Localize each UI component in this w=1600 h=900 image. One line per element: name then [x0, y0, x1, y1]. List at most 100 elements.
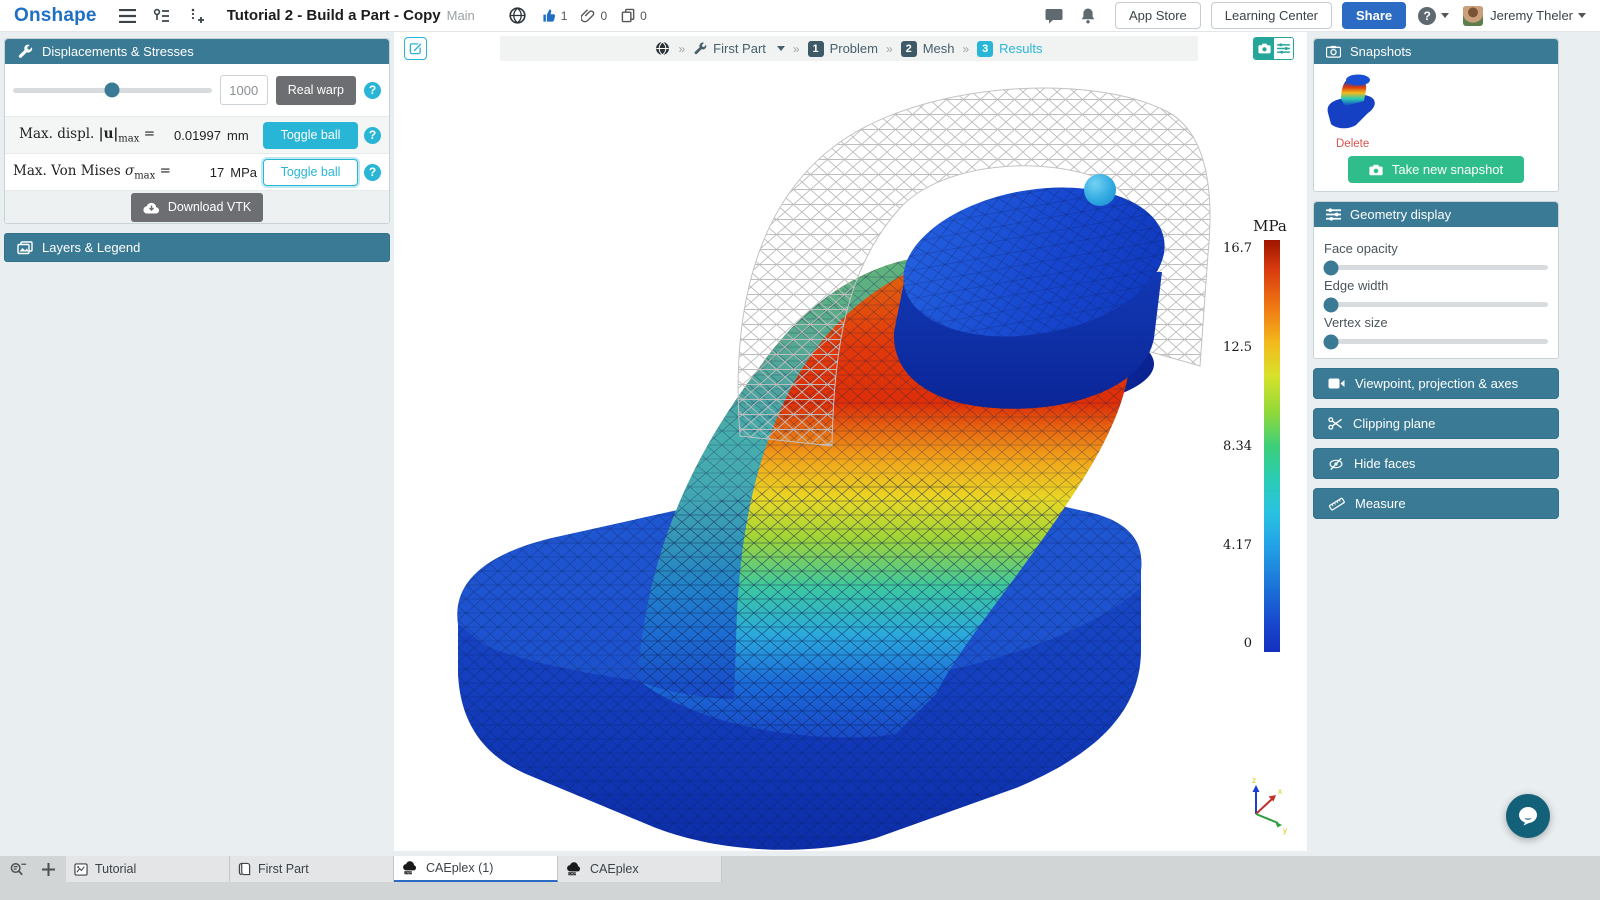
caeplex-cloud-icon: CAEPLEX	[566, 862, 583, 876]
insert-icon[interactable]	[185, 5, 207, 27]
colorbar-tick: 4.17	[1200, 538, 1252, 553]
max-von-mises-value: 17	[177, 165, 224, 180]
chat-launcher-button[interactable]	[1506, 794, 1550, 838]
panel-title: Geometry display	[1350, 207, 1451, 222]
copies-count: 0	[640, 9, 647, 23]
notifications-bell-icon[interactable]	[1077, 5, 1099, 27]
screenshot-button[interactable]	[1254, 38, 1274, 59]
breadcrumb: First Part 1 Problem 2 Mesh 3 Results	[500, 36, 1198, 61]
options-list-icon	[1277, 43, 1290, 54]
layers-legend-header[interactable]: Layers & Legend	[4, 233, 390, 262]
breadcrumb-step-results[interactable]: 3 Results	[977, 41, 1042, 57]
stress-colorbar	[1264, 240, 1280, 652]
tab-caeplex[interactable]: CAEPLEX CAEplex	[558, 856, 722, 882]
layers-legend-panel: Layers & Legend	[4, 233, 390, 262]
chevron-down-icon	[777, 46, 785, 51]
chevron-down-icon	[1578, 13, 1586, 18]
toggle-ball-von-mises-button[interactable]: Toggle ball	[263, 159, 358, 186]
hide-faces-button[interactable]: Hide faces	[1313, 448, 1559, 479]
max-von-mises-label: Max. Von Mises σmax =	[13, 163, 171, 182]
viewpoint-projection-axes-button[interactable]: Viewpoint, projection & axes	[1313, 368, 1559, 399]
fea-model-canvas[interactable]: z x y	[394, 32, 1307, 851]
breadcrumb-part[interactable]: First Part	[693, 41, 785, 56]
face-opacity-slider[interactable]	[1324, 265, 1548, 270]
face-opacity-slider-thumb[interactable]	[1324, 260, 1339, 275]
tab-label: Tutorial	[95, 862, 136, 876]
step-label: Results	[999, 41, 1042, 56]
edit-setup-button[interactable]	[404, 37, 427, 60]
breadcrumb-home[interactable]	[655, 41, 670, 56]
versions-icon[interactable]	[151, 5, 173, 27]
real-warp-button[interactable]: Real warp	[276, 76, 356, 105]
tab-label: CAEplex	[590, 862, 639, 876]
help-icon[interactable]: ?	[364, 164, 381, 181]
warp-value-input[interactable]	[220, 75, 268, 105]
add-tab-icon[interactable]	[36, 856, 60, 882]
colorbar-tick: 16.7	[1200, 241, 1252, 256]
take-new-snapshot-button[interactable]: Take new snapshot	[1348, 156, 1524, 183]
panel-title: Displacements & Stresses	[42, 44, 194, 59]
tab-tutorial[interactable]: Tutorial	[66, 856, 230, 882]
scissors-icon	[1328, 416, 1343, 431]
max-displacement-label: Max. displ. |u|max =	[13, 126, 155, 145]
toggle-ball-displacement-button[interactable]: Toggle ball	[263, 122, 358, 149]
download-vtk-label: Download VTK	[168, 200, 251, 214]
manage-tabs-icon[interactable]	[6, 856, 30, 882]
max-displacement-ball[interactable]	[1084, 174, 1116, 206]
links-stat[interactable]: 0	[581, 8, 607, 23]
app-store-button[interactable]: App Store	[1115, 2, 1201, 29]
thumbs-up-icon	[542, 8, 557, 23]
edge-width-slider[interactable]	[1324, 302, 1548, 307]
comments-icon[interactable]	[1043, 5, 1065, 27]
displacements-stresses-header[interactable]: Displacements & Stresses	[5, 39, 389, 64]
camera-icon	[1326, 45, 1341, 58]
panel-title: Snapshots	[1350, 44, 1411, 59]
tab-first-part[interactable]: First Part	[230, 856, 394, 882]
avatar[interactable]	[1463, 6, 1483, 26]
learning-center-button[interactable]: Learning Center	[1211, 2, 1332, 29]
tab-label: First Part	[258, 862, 309, 876]
help-menu[interactable]: ?	[1418, 7, 1449, 25]
vertex-size-slider[interactable]	[1324, 339, 1548, 344]
share-button[interactable]: Share	[1342, 2, 1406, 29]
snapshots-header[interactable]: Snapshots	[1314, 39, 1558, 64]
3d-viewport[interactable]: z x y First Part 1 Problem 2 Mesh 3	[394, 32, 1307, 851]
chevron-down-icon	[1441, 13, 1449, 18]
panel-title: Layers & Legend	[42, 240, 140, 255]
download-vtk-button[interactable]: Download VTK	[131, 193, 263, 222]
drawing-tab-icon	[74, 863, 88, 876]
likes-stat[interactable]: 1	[542, 8, 568, 23]
copies-stat[interactable]: 0	[621, 8, 647, 23]
help-icon[interactable]: ?	[364, 82, 381, 99]
take-new-snapshot-label: Take new snapshot	[1392, 162, 1503, 177]
svg-text:CAEPLEX: CAEPLEX	[569, 873, 580, 876]
workspace-name[interactable]: Main	[447, 8, 475, 23]
view-toggle-group	[1253, 37, 1294, 60]
vertex-size-slider-thumb[interactable]	[1324, 334, 1339, 349]
globe-icon	[655, 41, 670, 56]
part-studio-tab-icon	[238, 862, 251, 876]
geometry-display-header[interactable]: Geometry display	[1314, 202, 1558, 227]
download-row: Download VTK	[5, 190, 389, 223]
measure-button[interactable]: Measure	[1313, 488, 1559, 519]
clipping-plane-button[interactable]: Clipping plane	[1313, 408, 1559, 439]
main-menu-icon[interactable]	[117, 5, 139, 27]
warp-slider[interactable]	[13, 88, 212, 93]
display-options-button[interactable]	[1274, 38, 1293, 59]
warp-row: Real warp ?	[5, 64, 389, 116]
public-globe-icon[interactable]	[507, 5, 529, 27]
colorbar-unit: MPa	[1246, 217, 1294, 235]
breadcrumb-step-problem[interactable]: 1 Problem	[808, 41, 878, 57]
warp-slider-thumb[interactable]	[105, 83, 120, 98]
breadcrumb-separator	[962, 41, 969, 56]
snapshot-thumbnail[interactable]	[1322, 71, 1382, 135]
help-icon[interactable]: ?	[364, 127, 381, 144]
breadcrumb-step-mesh[interactable]: 2 Mesh	[901, 41, 955, 57]
onshape-logo[interactable]: Onshape	[14, 5, 97, 27]
delete-snapshot-link[interactable]: Delete	[1336, 138, 1369, 150]
user-menu[interactable]: Jeremy Theler	[1490, 8, 1573, 23]
edge-width-slider-thumb[interactable]	[1324, 297, 1339, 312]
tab-caeplex-1[interactable]: CAEPLEX CAEplex (1)	[394, 856, 558, 882]
tab-label: CAEplex (1)	[426, 861, 493, 875]
paperclip-icon	[581, 8, 596, 23]
